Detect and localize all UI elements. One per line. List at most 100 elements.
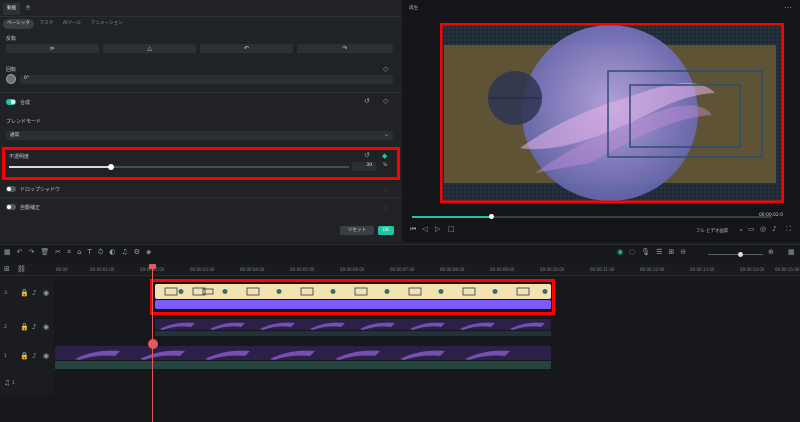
track-header-2: 2 🔒 ♪ ◉ [0,314,54,342]
preview-playhead[interactable] [489,214,495,219]
zoom-out-icon[interactable]: ⊖ [680,249,686,256]
flip-vertical-button[interactable]: △ [103,44,196,53]
subtab-basic[interactable]: ベーシック [3,19,34,29]
rotate-dial[interactable] [6,74,16,84]
eye-icon[interactable]: ◉ [43,324,49,331]
preview-progress-fill [412,216,492,218]
volume-icon[interactable]: ♪ [32,353,36,360]
ruler-label: 00:00:03:00 [190,267,215,272]
video-clip-track-2[interactable] [155,319,551,330]
chevron-down-icon[interactable]: ⌄ [738,226,744,233]
snap-icon[interactable]: ⊞ [668,249,674,256]
zoom-handle[interactable] [738,252,743,257]
audio-icon[interactable]: ♫ [121,249,127,256]
panel-tabs: 動画 色 [3,3,34,15]
shield-icon[interactable]: ◌ [629,249,635,256]
music-icon: ♫ [4,379,11,387]
layout-icon[interactable]: ▦ [4,249,11,256]
zoom-in-icon[interactable]: ⊕ [768,249,774,256]
lock-icon[interactable]: 🔒 [20,290,29,297]
redo-icon[interactable]: ↷ [29,249,35,256]
reset-icon[interactable]: ↺ [364,98,370,105]
stop-icon[interactable]: □ [448,226,455,233]
blend-mode-select[interactable]: 通常 ⌄ [6,131,393,140]
chevron-down-icon: ⌄ [383,131,389,138]
list-icon[interactable]: ☰ [656,249,662,256]
display-icon[interactable]: ▭ [748,226,755,233]
ok-button[interactable]: OK [378,226,394,235]
quality-select[interactable]: フル ビデオ画質 [696,228,728,234]
mic-icon[interactable]: 🎙 [641,249,650,256]
eye-icon[interactable]: ◉ [43,290,49,297]
text-icon[interactable]: T [88,249,92,256]
delete-icon[interactable]: 🗑 [40,249,49,256]
track-number: 1 [4,354,7,359]
auto-enhance-label: 自動補正 [20,205,41,211]
crop-icon[interactable]: ⌗ [67,249,71,256]
ruler-label: 00:00:13:00 [690,267,715,272]
rotate-left-icon: ↶ [243,45,250,52]
mask-icon[interactable]: ◈ [146,249,151,256]
track-header-1: 1 🔒 ♪ ◉ [0,343,54,373]
reset-button[interactable]: リセット [340,226,374,235]
keyframe-diamond-icon[interactable]: ◇ [383,204,388,211]
rotate-right-button[interactable]: ↷ [297,44,393,53]
stopwatch-icon[interactable]: ⏱ [98,249,103,256]
zoom-slider[interactable] [708,254,763,255]
eye-icon[interactable]: ◉ [43,353,49,360]
lock-icon[interactable]: 🔒 [20,353,29,360]
fullscreen-icon[interactable]: ⛶ [786,226,791,233]
flip-horizontal-icon: ⊳ [49,45,56,52]
tab-video[interactable]: 動画 [3,3,21,15]
volume-icon[interactable]: ♪ [772,226,776,233]
video-preview[interactable] [440,23,784,203]
play-icon[interactable]: ▷ [435,226,440,233]
volume-icon[interactable]: ♪ [32,290,36,297]
undo-icon[interactable]: ↶ [17,249,23,256]
flip-label: 反転 [6,36,17,42]
step-back-icon[interactable]: ◁ [422,226,427,233]
add-track-icon[interactable]: ⊞ [4,266,10,273]
more-icon[interactable]: ⋯ [784,4,792,12]
ruler-label: 00:00:10:00 [540,267,565,272]
marker-icon[interactable] [148,339,158,349]
render-icon[interactable]: ◉ [617,249,623,256]
ruler-label: 00:00:07:00 [390,267,415,272]
tag-icon[interactable]: ⌂ [77,249,81,256]
video-thumbnails [160,322,545,330]
divider [0,197,402,198]
playhead-handle[interactable] [149,264,156,269]
highlight-box [2,147,400,180]
rotate-left-button[interactable]: ↶ [200,44,293,53]
subtab-animation[interactable]: アニメーション [87,19,127,29]
grid-icon[interactable]: ▦ [788,249,795,256]
ruler-label: 00:00:14:00 [740,267,765,272]
blend-mode-value: 通常 [10,133,20,138]
tab-color[interactable]: 色 [22,3,35,15]
rotate-input[interactable]: 0° [20,75,393,84]
preview-progress[interactable] [412,214,772,219]
video-clip-track-1[interactable] [55,346,551,360]
snapshot-icon[interactable]: ◎ [760,226,766,233]
keyframe-diamond-icon[interactable]: ◇ [383,98,388,105]
flip-vertical-icon: △ [147,45,152,52]
subtab-ai-tools[interactable]: AIツール [59,19,85,29]
adjust-icon[interactable]: ⚙ [134,249,140,256]
color-icon[interactable]: ◐ [109,249,115,256]
rotate-value: 0° [24,76,30,81]
volume-icon[interactable]: ♪ [32,324,36,331]
auto-enhance-toggle[interactable] [6,204,16,210]
keyframe-diamond-icon[interactable]: ◇ [383,186,388,193]
subtab-mask[interactable]: マスク [35,19,57,29]
drop-shadow-toggle[interactable] [6,186,16,192]
composite-toggle[interactable] [6,99,16,105]
prev-frame-icon[interactable]: ⏮ [410,226,416,233]
track-2-audio-strip [155,331,551,336]
link-icon[interactable]: ⛓ [17,266,26,273]
keyframe-diamond-icon[interactable]: ◇ [383,66,388,73]
split-icon[interactable]: ✂ [55,249,61,256]
drop-shadow-label: ドロップシャドウ [20,187,61,193]
flip-horizontal-button[interactable]: ⊳ [6,44,99,53]
ruler-label: 00:00:04:00 [240,267,265,272]
lock-icon[interactable]: 🔒 [20,324,29,331]
